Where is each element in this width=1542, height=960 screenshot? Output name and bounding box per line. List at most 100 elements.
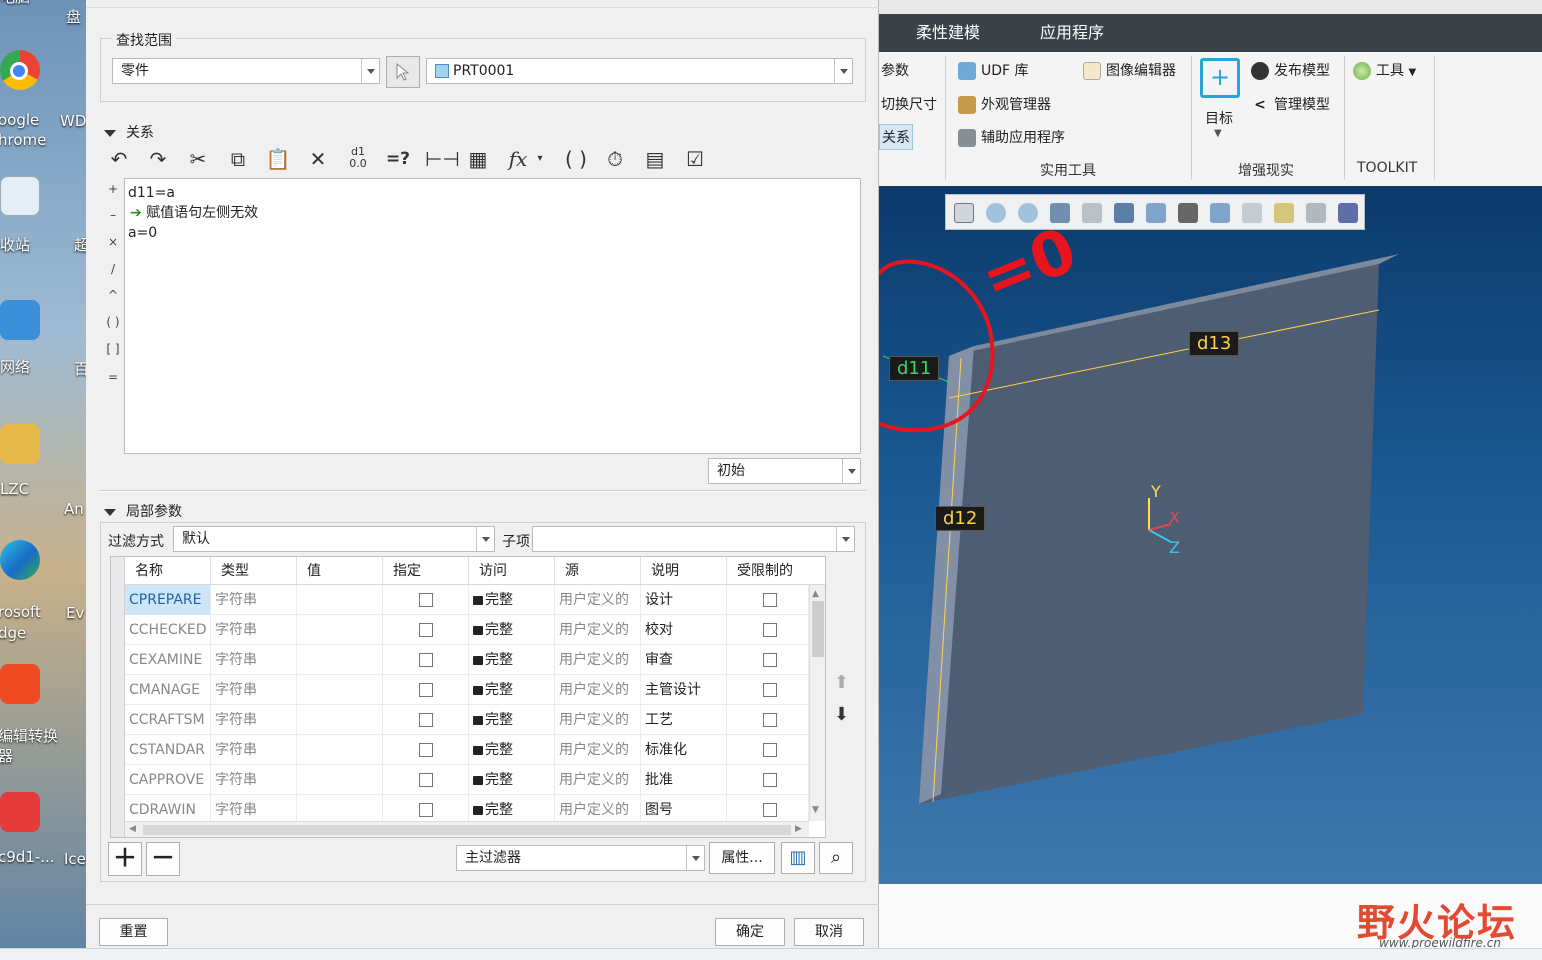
sort-icon[interactable]: ▦ (465, 146, 491, 172)
designate-cell[interactable] (383, 675, 469, 705)
dimension-d12[interactable]: d12 (935, 506, 986, 531)
main-filter-select[interactable]: 主过滤器 (456, 845, 705, 871)
ribbon-switch-dims[interactable]: 切换尺寸 (881, 94, 937, 114)
type-cell[interactable]: 字符串 (211, 645, 297, 675)
column-header-name[interactable]: 名称 (125, 557, 211, 585)
remove-parameter-button[interactable]: － (146, 842, 180, 876)
access-cell[interactable]: 完整 (469, 735, 555, 765)
restricted-cell[interactable] (727, 645, 809, 675)
child-select[interactable] (532, 526, 855, 552)
scroll-right-icon[interactable]: ▶ (795, 824, 802, 834)
name-cell[interactable]: CMANAGE (125, 675, 211, 705)
desc-cell[interactable]: 设计 (641, 585, 727, 615)
scope-type-select[interactable]: 零件 (112, 58, 380, 84)
name-cell[interactable]: CCHECKED (125, 615, 211, 645)
type-cell[interactable]: 字符串 (211, 765, 297, 795)
restricted-checkbox[interactable] (763, 683, 777, 697)
publish-model-button[interactable]: 发布模型 (1251, 60, 1330, 80)
verify-icon[interactable]: ⏱ (602, 146, 628, 172)
name-cell[interactable]: CCRAFTSM (125, 705, 211, 735)
designate-cell[interactable] (383, 585, 469, 615)
dimension-d11[interactable]: d11 (889, 356, 940, 381)
restricted-cell[interactable] (727, 675, 809, 705)
type-cell[interactable]: 字符串 (211, 585, 297, 615)
h-scroll-thumb[interactable] (143, 825, 791, 835)
auxiliary-apps-button[interactable]: 辅助应用程序 (958, 127, 1065, 147)
target-label[interactable]: 目标 (1205, 108, 1233, 128)
chevron-down-icon[interactable]: ▼ (1214, 128, 1222, 139)
tab-applications[interactable]: 应用程序 (1040, 14, 1104, 52)
tools-button[interactable]: 工具 ▼ (1353, 60, 1416, 80)
relations-section-header[interactable]: 关系 (104, 122, 154, 142)
access-cell[interactable]: 完整 (469, 705, 555, 735)
designate-checkbox[interactable] (419, 743, 433, 757)
desc-cell[interactable]: 工艺 (641, 705, 727, 735)
type-cell[interactable]: 字符串 (211, 675, 297, 705)
value-cell[interactable] (297, 765, 383, 795)
access-cell[interactable]: 完整 (469, 585, 555, 615)
column-header-value[interactable]: 值 (297, 557, 383, 585)
name-cell[interactable]: CSTANDAR (125, 735, 211, 765)
desc-cell[interactable]: 审查 (641, 645, 727, 675)
source-cell[interactable]: 用户定义的 (555, 615, 641, 645)
add-parameter-button[interactable]: ＋ (108, 842, 142, 876)
model-select[interactable]: PRT0001 (426, 58, 853, 84)
designate-checkbox[interactable] (419, 593, 433, 607)
source-cell[interactable]: 用户定义的 (555, 765, 641, 795)
scroll-thumb[interactable] (812, 601, 824, 657)
column-header-source[interactable]: 源 (555, 557, 641, 585)
restricted-cell[interactable] (727, 615, 809, 645)
desc-cell[interactable]: 主管设计 (641, 675, 727, 705)
name-cell[interactable]: CAPPROVE (125, 765, 211, 795)
name-cell[interactable]: CEXAMINE (125, 645, 211, 675)
type-cell[interactable]: 字符串 (211, 705, 297, 735)
designate-checkbox[interactable] (419, 773, 433, 787)
move-up-icon[interactable]: ⬆ (834, 672, 849, 693)
value-cell[interactable] (297, 585, 383, 615)
properties-button[interactable]: 属性... (709, 842, 775, 874)
measure-icon[interactable]: ⊢⊣ (425, 146, 460, 172)
designate-checkbox[interactable] (419, 713, 433, 727)
operator-plus[interactable]: + (106, 182, 120, 196)
binoculars-icon[interactable]: ⌕ (819, 842, 853, 874)
function-icon[interactable]: fx (505, 146, 531, 172)
operator-divide[interactable]: / (106, 262, 120, 276)
designate-checkbox[interactable] (419, 683, 433, 697)
column-chooser-icon[interactable]: ▥ (781, 842, 815, 874)
restricted-cell[interactable] (727, 585, 809, 615)
dimension-d13[interactable]: d13 (1189, 331, 1240, 356)
table-row[interactable]: CAPPROVE 字符串 完整 用户定义的 批准 (125, 765, 809, 795)
restricted-checkbox[interactable] (763, 623, 777, 637)
table-row[interactable]: CMANAGE 字符串 完整 用户定义的 主管设计 (125, 675, 809, 705)
value-cell[interactable] (297, 645, 383, 675)
column-header-access[interactable]: 访问 (469, 557, 555, 585)
desc-cell[interactable]: 校对 (641, 615, 727, 645)
restricted-checkbox[interactable] (763, 743, 777, 757)
designate-cell[interactable] (383, 615, 469, 645)
designate-cell[interactable] (383, 765, 469, 795)
value-cell[interactable] (297, 735, 383, 765)
table-row[interactable]: CCRAFTSM 字符串 完整 用户定义的 工艺 (125, 705, 809, 735)
scroll-left-icon[interactable]: ◀ (129, 824, 136, 834)
scroll-down-icon[interactable]: ▼ (812, 805, 819, 815)
display-icon[interactable]: ▤ (642, 146, 668, 172)
undo-icon[interactable]: ↶ (106, 146, 132, 172)
designate-checkbox[interactable] (419, 803, 433, 817)
designate-cell[interactable] (383, 735, 469, 765)
designate-cell[interactable] (383, 645, 469, 675)
restricted-checkbox[interactable] (763, 713, 777, 727)
image-editor-button[interactable]: 图像编辑器 (1083, 60, 1176, 80)
operator-brackets[interactable]: [ ] (103, 342, 123, 356)
designate-cell[interactable] (383, 705, 469, 735)
access-cell[interactable]: 完整 (469, 645, 555, 675)
value-cell[interactable] (297, 675, 383, 705)
type-cell[interactable]: 字符串 (211, 735, 297, 765)
select-model-button[interactable] (386, 56, 420, 88)
type-cell[interactable]: 字符串 (211, 615, 297, 645)
operator-multiply[interactable]: × (106, 235, 120, 249)
access-cell[interactable]: 完整 (469, 765, 555, 795)
paste-icon[interactable]: 📋 (265, 146, 291, 172)
desc-cell[interactable]: 批准 (641, 765, 727, 795)
operator-parens[interactable]: ( ) (103, 315, 123, 329)
evaluate-icon[interactable]: =? (385, 146, 411, 172)
